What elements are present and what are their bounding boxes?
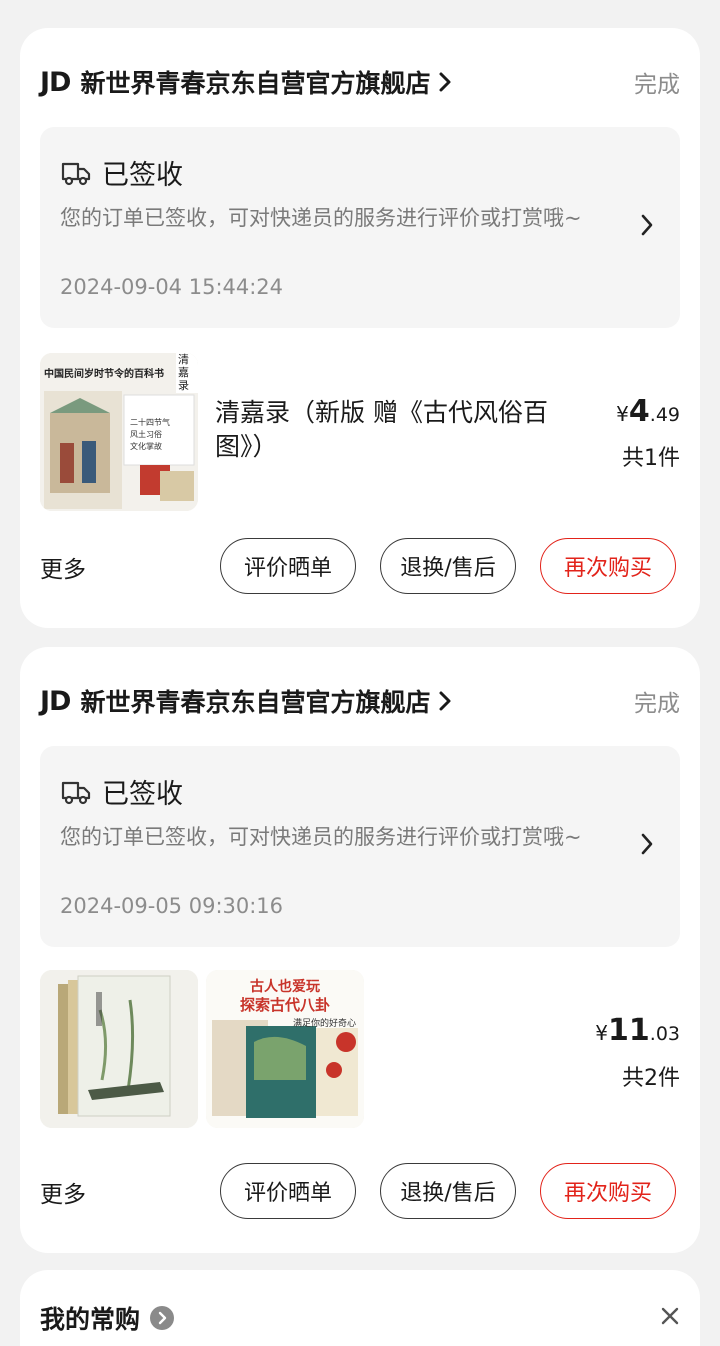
status-time: 2024-09-05 09:30:16 bbox=[60, 894, 284, 918]
order-card: JD 新世界青春京东自营官方旗舰店 完成 已签收 您的订单已签收，可对快递员的服… bbox=[20, 28, 700, 628]
price-symbol: ¥ bbox=[595, 1021, 609, 1045]
status-description: 您的订单已签收，可对快递员的服务进行评价或打赏哦~ bbox=[60, 206, 582, 230]
close-icon[interactable] bbox=[660, 1306, 680, 1330]
truck-icon bbox=[61, 781, 91, 804]
more-button[interactable]: 更多 bbox=[40, 550, 86, 584]
review-button[interactable]: 评价晒单 bbox=[220, 538, 356, 594]
return-button[interactable]: 退换/售后 bbox=[380, 538, 516, 594]
shop-header[interactable]: JD 新世界青春京东自营官方旗舰店 完成 bbox=[40, 683, 680, 719]
order-state: 完成 bbox=[634, 691, 680, 717]
rebuy-button[interactable]: 再次购买 bbox=[540, 1163, 676, 1219]
cover-line: 满足你的好奇心 bbox=[292, 1019, 356, 1029]
frequent-purchases-card: 我的常购 bbox=[20, 1270, 700, 1346]
product-image[interactable] bbox=[40, 970, 198, 1128]
info-icon[interactable] bbox=[150, 1306, 175, 1330]
item-count: 共2件 bbox=[622, 1066, 680, 1091]
price-decimal: .03 bbox=[649, 1023, 680, 1045]
cover-headline: 中国民间岁时节令的百科书 bbox=[44, 369, 164, 380]
order-price: ¥11.03 bbox=[595, 1013, 680, 1048]
truck-icon bbox=[61, 162, 91, 185]
status-description: 您的订单已签收，可对快递员的服务进行评价或打赏哦~ bbox=[60, 825, 582, 849]
shop-name[interactable]: 新世界青春京东自营官方旗舰店 bbox=[80, 683, 430, 719]
cover-spine: 清嘉录 bbox=[178, 353, 189, 392]
chevron-right-icon[interactable] bbox=[640, 213, 654, 241]
return-button[interactable]: 退换/售后 bbox=[380, 1163, 516, 1219]
cover-line: 古人也爱玩 bbox=[250, 979, 320, 995]
status-time: 2024-09-04 15:44:24 bbox=[60, 275, 284, 299]
cover-line: 探索古代八卦 bbox=[239, 996, 330, 1014]
chevron-right-icon[interactable] bbox=[640, 832, 654, 860]
cover-sub: 文化掌故 bbox=[130, 442, 162, 451]
order-state: 完成 bbox=[634, 72, 680, 98]
jd-logo: JD bbox=[40, 66, 71, 98]
cover-sub: 风土习俗 bbox=[130, 430, 162, 439]
rebuy-button[interactable]: 再次购买 bbox=[540, 538, 676, 594]
more-button[interactable]: 更多 bbox=[40, 1175, 86, 1209]
jd-logo: JD bbox=[40, 685, 71, 717]
price-integer: 11 bbox=[608, 1013, 650, 1048]
status-title: 已签收 bbox=[102, 160, 183, 191]
shop-header[interactable]: JD 新世界青春京东自营官方旗舰店 完成 bbox=[40, 64, 680, 100]
price-integer: 4 bbox=[628, 394, 650, 429]
product-title[interactable]: 清嘉录（新版 赠《古代风俗百图》） bbox=[215, 396, 575, 464]
chevron-right-icon bbox=[438, 690, 452, 712]
status-title: 已签收 bbox=[102, 779, 183, 810]
order-card: JD 新世界青春京东自营官方旗舰店 完成 已签收 您的订单已签收，可对快递员的服… bbox=[20, 647, 700, 1253]
logistics-status[interactable]: 已签收 您的订单已签收，可对快递员的服务进行评价或打赏哦~ 2024-09-04… bbox=[40, 127, 680, 328]
order-price: ¥4.49 bbox=[616, 394, 680, 429]
review-button[interactable]: 评价晒单 bbox=[220, 1163, 356, 1219]
price-decimal: .49 bbox=[649, 404, 680, 426]
frequent-purchases-title: 我的常购 bbox=[40, 1300, 175, 1336]
frequent-purchases-label: 我的常购 bbox=[40, 1305, 141, 1334]
item-count: 共1件 bbox=[622, 446, 680, 471]
logistics-status[interactable]: 已签收 您的订单已签收，可对快递员的服务进行评价或打赏哦~ 2024-09-05… bbox=[40, 746, 680, 947]
chevron-right-icon bbox=[438, 71, 452, 93]
product-image[interactable]: 古人也爱玩 探索古代八卦 满足你的好奇心 bbox=[206, 970, 364, 1128]
shop-name[interactable]: 新世界青春京东自营官方旗舰店 bbox=[80, 64, 430, 100]
cover-sub: 二十四节气 bbox=[130, 418, 170, 427]
product-image[interactable]: 中国民间岁时节令的百科书 清嘉录 二十四节气 风土习俗 文化掌故 bbox=[40, 353, 198, 511]
price-symbol: ¥ bbox=[616, 402, 629, 426]
